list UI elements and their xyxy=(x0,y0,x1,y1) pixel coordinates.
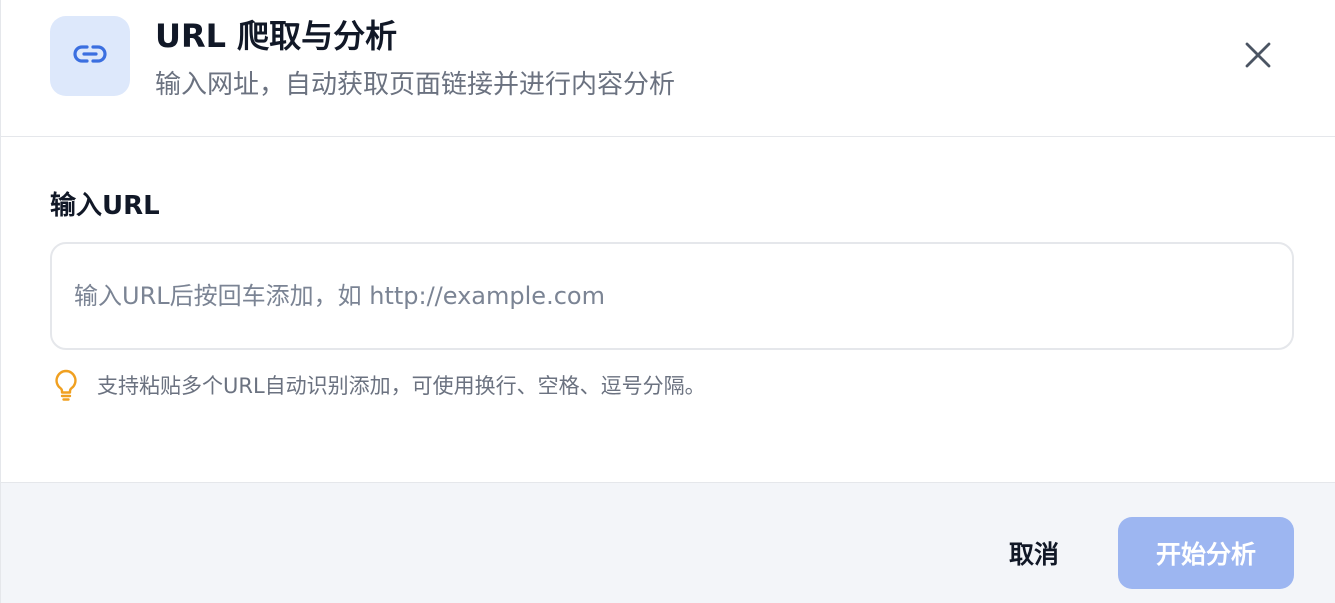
url-input[interactable] xyxy=(50,242,1294,350)
link-icon xyxy=(70,34,110,78)
close-icon xyxy=(1244,41,1272,73)
dialog-footer: 取消 开始分析 xyxy=(1,482,1335,603)
start-analysis-button[interactable]: 开始分析 xyxy=(1118,517,1294,589)
dialog-header: URL 爬取与分析 输入网址，自动获取页面链接并进行内容分析 xyxy=(1,0,1335,137)
dialog-title: URL 爬取与分析 xyxy=(155,17,398,55)
dialog-subtitle: 输入网址，自动获取页面链接并进行内容分析 xyxy=(155,70,676,100)
hint-text: 支持粘贴多个URL自动识别添加，可使用换行、空格、逗号分隔。 xyxy=(97,374,706,398)
header-icon-box xyxy=(50,16,130,96)
cancel-button[interactable]: 取消 xyxy=(976,517,1092,589)
url-crawl-dialog: URL 爬取与分析 输入网址，自动获取页面链接并进行内容分析 输入URL 支持粘… xyxy=(0,0,1335,603)
close-button[interactable] xyxy=(1237,36,1279,78)
url-field-label: 输入URL xyxy=(50,191,160,221)
hint: 支持粘贴多个URL自动识别添加，可使用换行、空格、逗号分隔。 xyxy=(51,368,706,402)
lightbulb-icon xyxy=(51,368,81,402)
